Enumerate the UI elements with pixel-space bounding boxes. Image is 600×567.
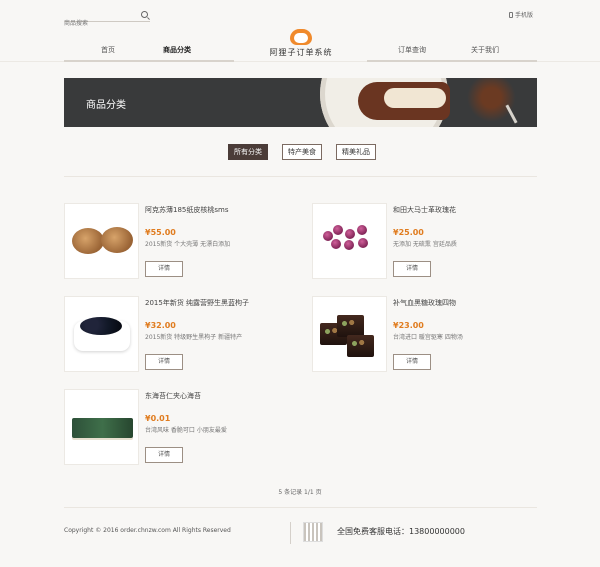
- search-icon[interactable]: [141, 11, 148, 18]
- product-name[interactable]: 补气血黑糖玫瑰四物: [393, 298, 456, 308]
- product-card: 东海苔仁夹心海苔 ¥0.01 台湾风味 香脆可口 小朋友最爱 详情: [64, 389, 304, 469]
- brownie-icon: [347, 335, 374, 357]
- product-description: 2015新货 个大壳薄 无漂白添加: [145, 241, 231, 248]
- brownie-icon: [337, 315, 364, 337]
- product-price: ¥23.00: [393, 321, 424, 330]
- rose-icon: [357, 225, 367, 235]
- product-price: ¥25.00: [393, 228, 424, 237]
- mobile-label: 手机版: [515, 12, 534, 19]
- footer-divider: [64, 507, 537, 508]
- product-name[interactable]: 东海苔仁夹心海苔: [145, 391, 201, 401]
- nav-about[interactable]: 关于我们: [471, 45, 499, 55]
- content-divider-top: [64, 176, 537, 177]
- product-description: 2015新货 特级野生黑枸子 新疆特产: [145, 334, 243, 341]
- product-price: ¥32.00: [145, 321, 176, 330]
- rose-icon: [333, 225, 343, 235]
- walnut-left-icon: [72, 228, 104, 254]
- rose-icon: [344, 240, 354, 250]
- seaweed-icon: [72, 418, 133, 438]
- search-input[interactable]: [64, 18, 138, 29]
- footer-hotline: 全国免费客服电话：13800000000: [337, 527, 465, 536]
- rose-icon: [358, 238, 368, 248]
- phone-icon: [509, 11, 513, 18]
- product-description: 台湾风味 香脆可口 小朋友最爱: [145, 427, 227, 434]
- product-price: ¥0.01: [145, 414, 171, 423]
- product-price: ¥55.00: [145, 228, 176, 237]
- qr-code-icon: [303, 522, 323, 542]
- berries-icon: [80, 317, 122, 335]
- footer-copyright: Copyright © 2016 order.chnzw.com All Rig…: [64, 527, 231, 534]
- filter-specialty-food[interactable]: 特产美食: [282, 144, 322, 160]
- detail-button[interactable]: 详情: [145, 447, 183, 463]
- top-navigation: 手机版 首页 商品分类 阿狸子订单系统 订单查询 关于我们: [0, 0, 600, 62]
- filter-gifts[interactable]: 精美礼品: [336, 144, 376, 160]
- product-name[interactable]: 阿克苏薄185纸皮核桃sms: [145, 205, 228, 215]
- product-card: 2015年新货 纯露营野生黑蓝枸子 ¥32.00 2015新货 特级野生黑枸子 …: [64, 296, 304, 376]
- product-card: 阿克苏薄185纸皮核桃sms ¥55.00 2015新货 个大壳薄 无漂白添加 …: [64, 203, 304, 283]
- nav-line-right: [367, 60, 537, 62]
- cocoa-powder-illustration: [442, 78, 537, 127]
- walnut-image[interactable]: [64, 203, 139, 279]
- brown-sugar-image[interactable]: [312, 296, 387, 372]
- detail-button[interactable]: 详情: [145, 354, 183, 370]
- product-name[interactable]: 2015年新货 纯露营野生黑蓝枸子: [145, 298, 249, 308]
- detail-button[interactable]: 详情: [393, 261, 431, 277]
- mobile-link[interactable]: 手机版: [509, 10, 533, 19]
- nav-home[interactable]: 首页: [101, 45, 115, 55]
- product-card: 和田大马士革玫瑰花 ¥25.00 无添加 无硫熏 宫廷品质 详情: [312, 203, 552, 283]
- detail-button[interactable]: 详情: [145, 261, 183, 277]
- category-filter-tabs: 所有分类 特产美食 精美礼品: [228, 144, 376, 160]
- search-box[interactable]: [64, 10, 150, 29]
- monkey-logo-icon: [289, 29, 313, 45]
- site-logo[interactable]: 阿狸子订单系统: [263, 29, 339, 58]
- product-card: 补气血黑糖玫瑰四物 ¥23.00 台湾进口 暖宫驱寒 四物汤 详情: [312, 296, 552, 376]
- cream-illustration: [384, 88, 446, 108]
- footer-separator: [290, 522, 291, 544]
- product-description: 无添加 无硫熏 宫廷品质: [393, 241, 457, 248]
- rose-icon: [345, 229, 355, 239]
- site-name: 阿狸子订单系统: [269, 48, 333, 57]
- nav-order-query[interactable]: 订单查询: [398, 45, 426, 55]
- nav-categories[interactable]: 商品分类: [163, 45, 191, 55]
- category-banner: 商品分类: [64, 78, 537, 127]
- filter-all[interactable]: 所有分类: [228, 144, 268, 160]
- detail-button[interactable]: 详情: [393, 354, 431, 370]
- seaweed-image[interactable]: [64, 389, 139, 465]
- walnut-right-icon: [101, 227, 133, 253]
- nav-line-left: [64, 60, 234, 62]
- rose-image[interactable]: [312, 203, 387, 279]
- product-description: 台湾进口 暖宫驱寒 四物汤: [393, 334, 463, 341]
- rose-icon: [331, 239, 341, 249]
- pagination-summary: 5 条记录 1/1 页: [278, 489, 322, 496]
- goji-berry-image[interactable]: [64, 296, 139, 372]
- banner-title: 商品分类: [86, 100, 126, 111]
- product-name[interactable]: 和田大马士革玫瑰花: [393, 205, 456, 215]
